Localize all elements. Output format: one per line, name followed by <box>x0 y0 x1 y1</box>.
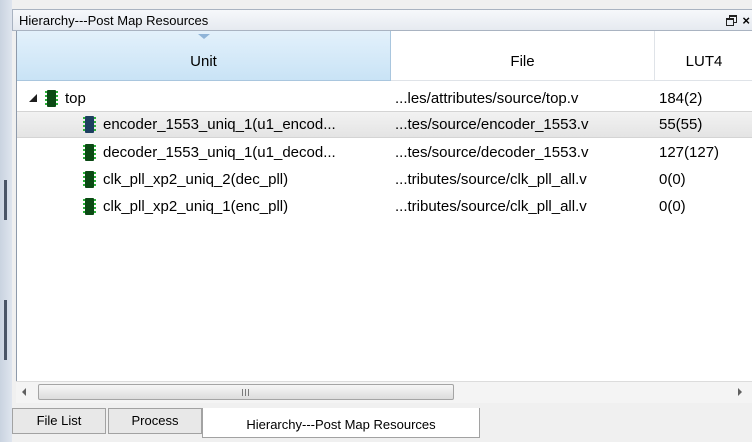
row-file: ...tes/source/decoder_1553.v <box>395 144 589 161</box>
column-header-lut4[interactable]: LUT4 <box>655 31 752 81</box>
row-file: ...tributes/source/clk_pll_all.v <box>395 198 587 215</box>
row-file: ...tributes/source/clk_pll_all.v <box>395 171 587 188</box>
column-header-file-label: File <box>510 53 535 70</box>
row-lut4: 0(0) <box>659 171 686 188</box>
hierarchy-tree[interactable]: Unit File LUT4 top ...les/attributes/sou… <box>16 31 752 403</box>
row-lut4: 184(2) <box>659 90 703 107</box>
expanded-arrow-icon[interactable] <box>29 94 37 102</box>
close-icon[interactable]: × <box>742 14 750 27</box>
row-lut4: 127(127) <box>659 144 720 161</box>
row-unit: decoder_1553_uniq_1(u1_decod... <box>103 144 336 161</box>
module-chip-icon <box>83 116 96 133</box>
scrollbar-thumb[interactable] <box>38 384 454 400</box>
scrollbar-grip-icon <box>242 389 250 396</box>
tab-process[interactable]: Process <box>108 408 202 434</box>
tree-row-top[interactable]: top ...les/attributes/source/top.v 184(2… <box>17 85 752 112</box>
tree-row-dec-pll[interactable]: clk_pll_xp2_uniq_2(dec_pll) ...tributes/… <box>17 166 752 193</box>
module-chip-icon <box>45 90 58 107</box>
tab-label: File List <box>36 413 82 428</box>
panel-title: Hierarchy---Post Map Resources <box>19 12 209 28</box>
row-file: ...les/attributes/source/top.v <box>395 90 579 107</box>
row-lut4: 0(0) <box>659 198 686 215</box>
column-header-file[interactable]: File <box>391 31 655 81</box>
module-chip-icon <box>83 198 96 215</box>
panel-titlebar: Hierarchy---Post Map Resources × <box>12 9 752 31</box>
tree-row-enc-pll[interactable]: clk_pll_xp2_uniq_1(enc_pll) ...tributes/… <box>17 193 752 220</box>
tree-row-encoder[interactable]: encoder_1553_uniq_1(u1_encod... ...tes/s… <box>17 111 752 138</box>
row-unit: top <box>65 90 86 107</box>
hierarchy-panel: Hierarchy---Post Map Resources × Unit Fi… <box>12 0 752 442</box>
bottom-tab-bar: File List Process Hierarchy---Post Map R… <box>12 404 752 442</box>
column-header-lut4-label: LUT4 <box>685 53 723 70</box>
column-header-unit-label: Unit <box>190 53 217 70</box>
tab-label: Process <box>131 413 179 428</box>
dock-splitter-mark <box>4 300 7 360</box>
tab-file-list[interactable]: File List <box>12 408 106 434</box>
row-lut4: 55(55) <box>659 116 703 133</box>
dock-splitter-mark <box>4 180 7 220</box>
tab-hierarchy-post-map-resources[interactable]: Hierarchy---Post Map Resources <box>202 408 480 438</box>
module-chip-icon <box>83 171 96 188</box>
sort-indicator-icon <box>197 34 210 39</box>
horizontal-scrollbar[interactable] <box>16 381 752 403</box>
tree-row-decoder[interactable]: decoder_1553_uniq_1(u1_decod... ...tes/s… <box>17 139 752 166</box>
tab-label: Hierarchy---Post Map Resources <box>246 417 436 432</box>
scroll-left-arrow-icon[interactable] <box>22 388 26 396</box>
module-chip-icon <box>83 144 96 161</box>
float-window-icon[interactable] <box>726 14 738 26</box>
row-file: ...tes/source/encoder_1553.v <box>395 116 589 133</box>
column-header-unit[interactable]: Unit <box>17 31 391 81</box>
tree-header: Unit File LUT4 <box>17 31 752 81</box>
row-unit: clk_pll_xp2_uniq_2(dec_pll) <box>103 171 289 188</box>
row-unit: encoder_1553_uniq_1(u1_encod... <box>103 116 336 133</box>
scroll-right-arrow-icon[interactable] <box>738 388 742 396</box>
row-unit: clk_pll_xp2_uniq_1(enc_pll) <box>103 198 289 215</box>
